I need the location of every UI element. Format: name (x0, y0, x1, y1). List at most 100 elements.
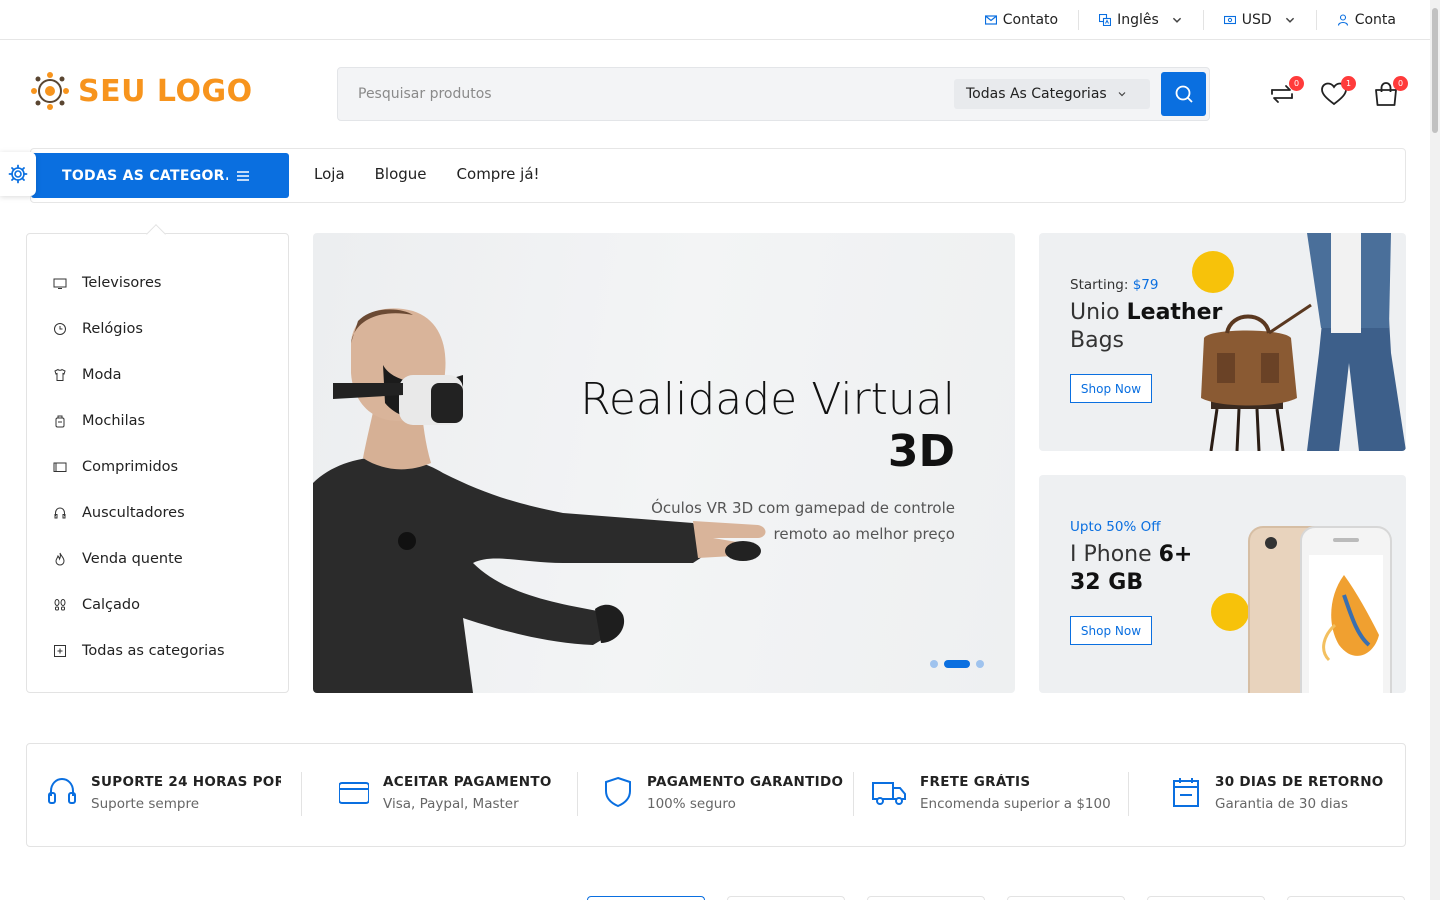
sidebar-item-backpacks[interactable]: Mochilas (27, 398, 288, 444)
sidebar-item-label: Todas as categorias (82, 643, 225, 659)
top-bar: Contato Inglês USD Conta (0, 0, 1430, 40)
feature-title: FRETE GRÁTIS (920, 774, 1031, 790)
tablet-icon (53, 462, 67, 472)
gear-icon (8, 164, 28, 184)
all-categories-button[interactable]: TODAS AS CATEGOR... (31, 153, 289, 198)
feature-payment: ACEITAR PAGAMENTO Visa, Paypal, Master (339, 774, 552, 812)
nav-link-blog[interactable]: Blogue (375, 165, 427, 183)
all-categories-label: TODAS AS CATEGOR... (62, 167, 228, 184)
feature-desc: Visa, Paypal, Master (383, 796, 519, 812)
product-tabs-peek (587, 896, 1405, 900)
credit-card-icon (339, 782, 369, 804)
slider-dot-3[interactable] (976, 660, 984, 668)
page-scrollbar[interactable] (1430, 0, 1440, 900)
sidebar-item-fashion[interactable]: Moda (27, 352, 288, 398)
nav-links: Loja Blogue Compre já! (314, 165, 540, 183)
sidebar-item-label: Televisores (82, 275, 162, 291)
settings-toggle[interactable] (0, 152, 36, 196)
nav-link-shop[interactable]: Loja (314, 165, 345, 183)
contact-link[interactable]: Contato (965, 10, 1078, 30)
tab-peek-6[interactable] (1287, 896, 1405, 900)
sidebar-item-watches[interactable]: Relógios (27, 306, 288, 352)
sidebar-item-headphones[interactable]: Auscultadores (27, 490, 288, 536)
sidebar-item-all[interactable]: Todas as categorias (27, 628, 288, 674)
header-actions: 0 1 0 (1268, 76, 1408, 108)
banner-title-rest: Bags (1070, 328, 1125, 353)
category-sidebar: Televisores Relógios Moda Mochilas Compr… (26, 224, 289, 693)
feature-desc: Encomenda superior a $100 (920, 796, 1111, 812)
tab-peek-2[interactable] (727, 896, 845, 900)
tv-icon (53, 278, 67, 289)
footprints-icon (54, 599, 66, 611)
divider (577, 772, 578, 816)
sidebar-item-footwear[interactable]: Calçado (27, 582, 288, 628)
sidebar-item-label: Moda (82, 367, 122, 383)
sidebar-item-hot-sale[interactable]: Venda quente (27, 536, 288, 582)
feature-secure: PAGAMENTO GARANTIDO 100% seguro (603, 774, 843, 812)
compare-button[interactable]: 0 (1268, 76, 1304, 108)
category-select-label: Todas As Categorias (966, 86, 1107, 102)
site-logo[interactable]: SEU LOGO (30, 71, 253, 111)
sidebar-item-label: Venda quente (82, 551, 183, 567)
language-select[interactable]: Inglês (1078, 10, 1203, 30)
chevron-down-icon (1285, 17, 1294, 23)
divider (1128, 772, 1129, 816)
scrollbar-thumb[interactable] (1432, 8, 1438, 133)
nav-link-buy-now[interactable]: Compre já! (457, 165, 540, 183)
slider-dot-1[interactable] (930, 660, 938, 668)
headphones-icon (54, 507, 66, 519)
tab-peek-5[interactable] (1147, 896, 1265, 900)
logo-mark-icon (31, 72, 69, 110)
feature-returns: 30 DIAS DE RETORNO Garantia de 30 dias (1171, 774, 1384, 812)
mail-icon (984, 15, 997, 25)
feature-title: ACEITAR PAGAMENTO (383, 774, 552, 790)
slider-dot-2[interactable] (944, 660, 970, 668)
feature-desc: 100% seguro (647, 796, 736, 812)
currency-select[interactable]: USD (1202, 10, 1316, 30)
sidebar-item-label: Comprimidos (82, 459, 179, 475)
menu-icon (237, 170, 249, 181)
shield-icon (605, 776, 631, 808)
cart-button[interactable]: 0 (1372, 76, 1408, 108)
feature-desc: Suporte sempre (91, 796, 200, 812)
backpack-icon (55, 415, 65, 428)
banner-kicker: Upto 50% Off (1070, 519, 1161, 535)
hero-subtitle: Óculos VR 3D com gamepad de controle rem… (651, 499, 955, 543)
category-select[interactable]: Todas As Categorias (954, 79, 1150, 109)
promo-banner-iphone[interactable]: Upto 50% Off I Phone 6+ 32 GB Shop Now (1039, 475, 1406, 693)
wishlist-button[interactable]: 1 (1320, 76, 1356, 108)
hero-title-line1: Realidade Virtual (580, 374, 955, 425)
account-label: Conta (1354, 12, 1396, 28)
banner-kicker-discount: Upto 50% Off (1070, 519, 1161, 535)
banner-title-rest: 32 GB (1070, 570, 1144, 595)
tab-peek-4[interactable] (1007, 896, 1125, 900)
currency-label: USD (1241, 12, 1272, 28)
promo-banner-bags[interactable]: Starting: $79 Unio Leather Bags Shop Now (1039, 233, 1406, 451)
truck-icon (872, 782, 906, 805)
banner-title: I Phone 6+ 32 GB (1070, 541, 1260, 597)
account-link[interactable]: Conta (1315, 10, 1396, 30)
language-label: Inglês (1117, 12, 1159, 28)
shop-now-button[interactable]: Shop Now (1070, 616, 1152, 645)
shirt-icon (54, 368, 66, 381)
hero-title-line2: 3D (887, 426, 955, 477)
money-icon (1223, 15, 1236, 25)
search-button[interactable] (1161, 72, 1206, 116)
sidebar-item-tablets[interactable]: Comprimidos (27, 444, 288, 490)
sidebar-item-label: Calçado (82, 597, 140, 613)
flame-icon (55, 552, 65, 566)
plus-square-icon (54, 645, 66, 657)
shop-now-button[interactable]: Shop Now (1070, 374, 1152, 403)
banner-kicker-prefix: Starting: (1070, 277, 1133, 293)
feature-title: SUPORTE 24 HORAS POR... (91, 774, 281, 790)
tab-peek-1[interactable] (587, 896, 705, 900)
sidebar-item-label: Mochilas (82, 413, 146, 429)
divider (853, 772, 854, 816)
tab-peek-3[interactable] (867, 896, 985, 900)
sidebar-item-tvs[interactable]: Televisores (27, 260, 288, 306)
search-icon (1175, 85, 1193, 103)
search-input[interactable] (358, 82, 918, 106)
feature-title: 30 DIAS DE RETORNO (1215, 774, 1384, 790)
banner-title-light: Unio (1070, 300, 1127, 325)
hero-slider[interactable]: Realidade Virtual 3D Óculos VR 3D com ga… (313, 233, 1015, 693)
